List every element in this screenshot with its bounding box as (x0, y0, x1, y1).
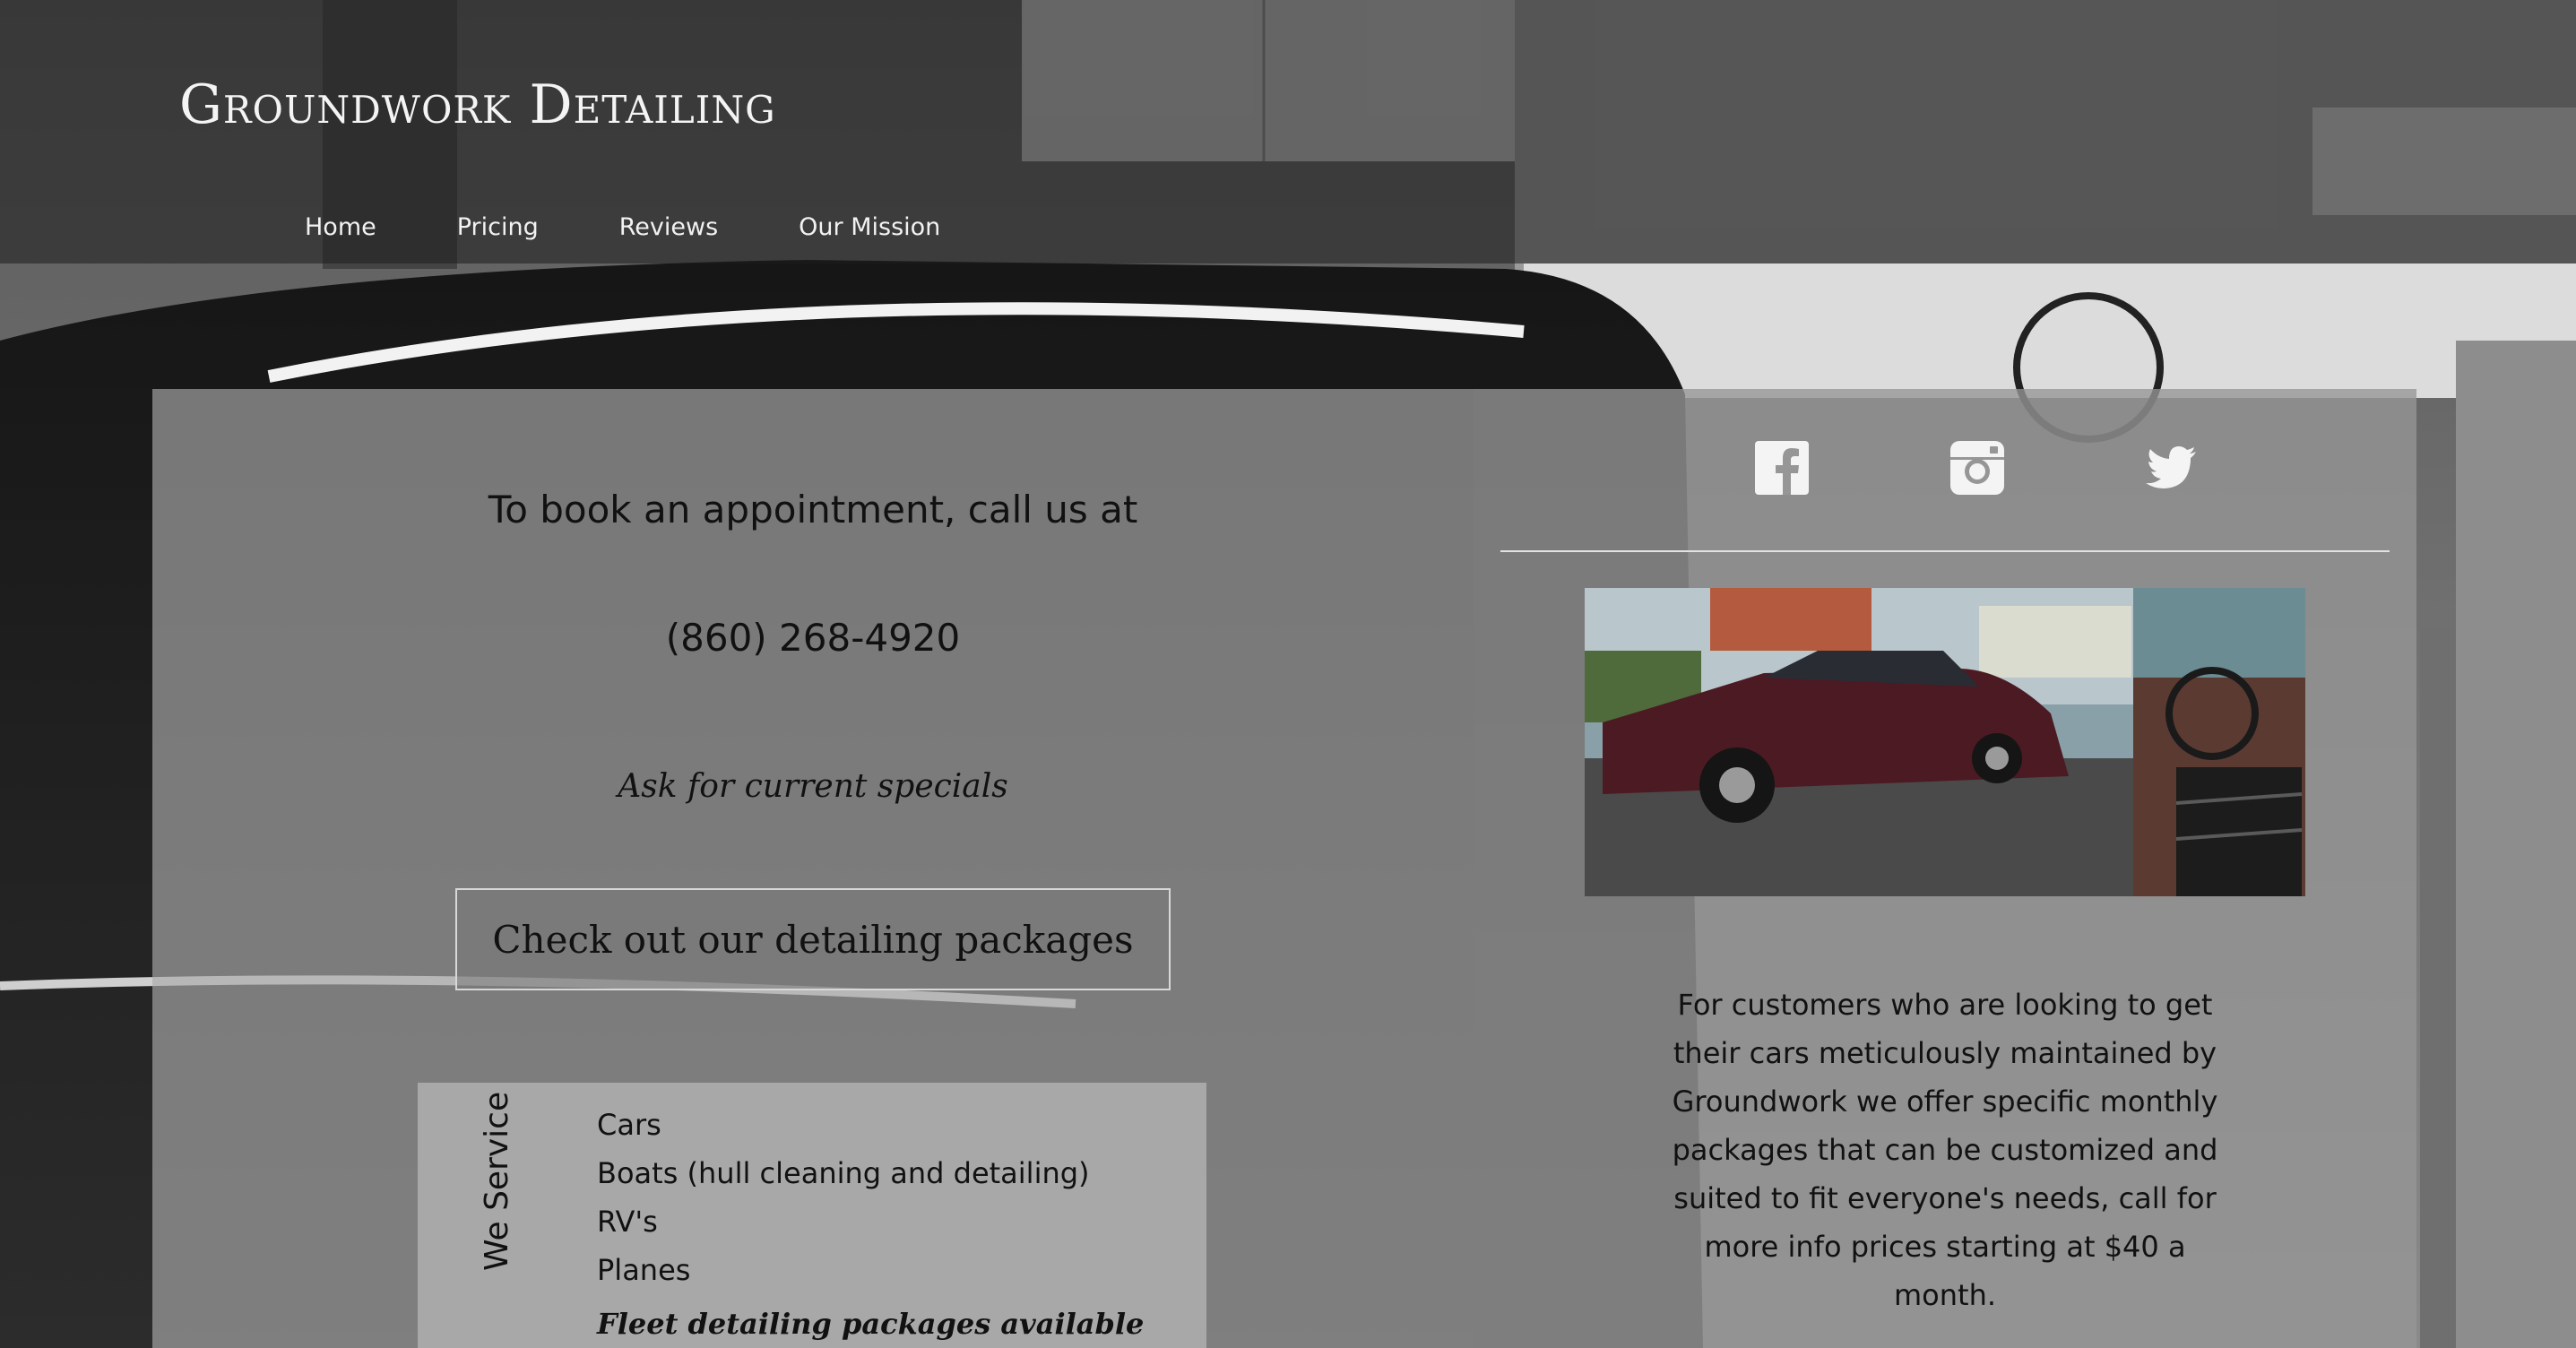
booking-heading: To book an appointment, call us at (488, 488, 1138, 531)
list-item: RV's (597, 1205, 658, 1239)
nav-home[interactable]: Home (305, 213, 376, 241)
we-service-box: We Service Cars Boats (hull cleaning and… (418, 1083, 1206, 1348)
service-list: Cars Boats (hull cleaning and detailing)… (597, 1101, 1090, 1294)
twitter-icon[interactable] (2142, 439, 2200, 497)
we-service-label: We Service (479, 1091, 515, 1271)
nav-reviews[interactable]: Reviews (619, 213, 718, 241)
booking-panel: To book an appointment, call us at (860)… (152, 389, 1474, 1348)
fleet-note: Fleet detailing packages available (597, 1307, 1145, 1341)
facebook-icon[interactable] (1753, 439, 1811, 497)
detailing-packages-button[interactable]: Check out our detailing packages (455, 888, 1171, 990)
phone-number[interactable]: (860) 268-4920 (152, 616, 1474, 660)
list-item: Boats (hull cleaning and detailing) (597, 1156, 1090, 1190)
classic-car-photo (1585, 588, 2305, 896)
site-title[interactable]: Groundwork Detailing (179, 73, 776, 136)
instagram-icon[interactable] (1949, 439, 2006, 497)
divider (1500, 550, 2390, 552)
list-item: Planes (597, 1253, 691, 1287)
list-item: Cars (597, 1108, 661, 1142)
monthly-packages-description: For customers who are looking to get the… (1672, 988, 2218, 1312)
main-nav: Home Pricing Reviews Our Mission (305, 213, 1021, 241)
specials-note: Ask for current specials (618, 768, 1008, 805)
nav-pricing[interactable]: Pricing (457, 213, 539, 241)
nav-our-mission[interactable]: Our Mission (799, 213, 940, 241)
site-header: Groundwork Detailing Home Pricing Review… (0, 0, 2576, 264)
about-panel: For customers who are looking to get the… (1474, 389, 2416, 1348)
